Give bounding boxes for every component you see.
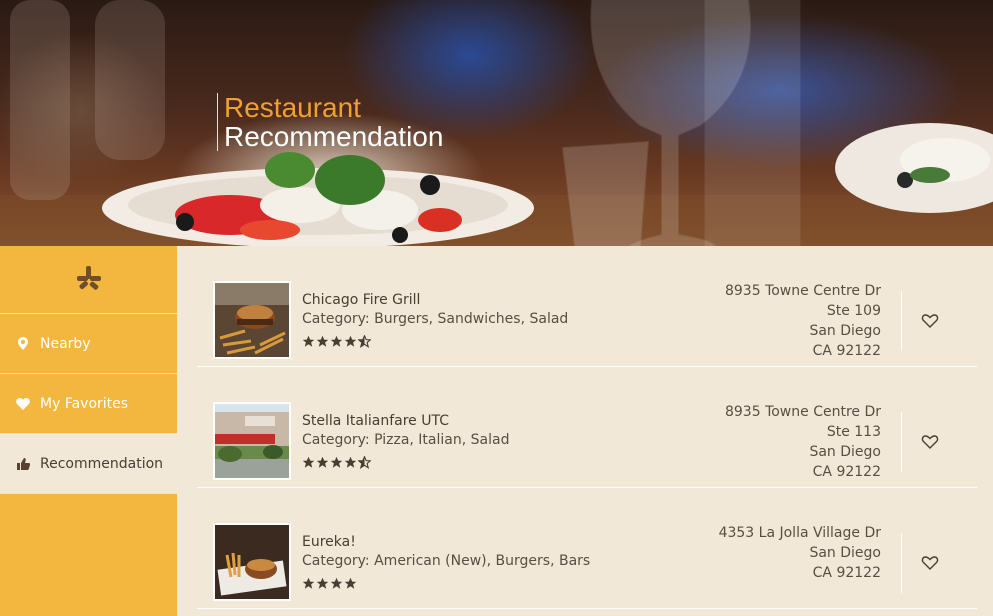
heart-outline-icon <box>921 314 939 328</box>
star-full-icon <box>344 456 357 468</box>
restaurant-address: 4353 La Jolla Village Dr San Diego CA 92… <box>719 523 881 583</box>
restaurant-info: Chicago Fire Grill Category: Burgers, Sa… <box>302 291 568 349</box>
vertical-divider <box>901 291 902 351</box>
star-full-icon <box>330 456 343 468</box>
thumbs-up-icon <box>16 457 30 471</box>
address-line: CA 92122 <box>812 464 881 480</box>
yelp-burst-icon <box>76 265 101 290</box>
star-full-icon <box>302 577 315 589</box>
address-line: San Diego <box>809 444 881 460</box>
sidebar-item-recommendation[interactable]: Recommendation <box>0 434 177 494</box>
restaurant-card[interactable]: Chicago Fire Grill Category: Burgers, Sa… <box>197 246 977 367</box>
restaurant-info: Eureka! Category: American (New), Burger… <box>302 533 590 591</box>
restaurant-category: Category: American (New), Burgers, Bars <box>302 553 591 569</box>
star-rating <box>302 335 568 349</box>
restaurant-address: 8935 Towne Centre Dr Ste 109 San Diego C… <box>725 281 881 361</box>
restaurant-card[interactable]: Stella Italianfare UTC Category: Pizza, … <box>197 367 977 488</box>
restaurant-list: Chicago Fire Grill Category: Burgers, Sa… <box>177 246 993 616</box>
star-full-icon <box>302 456 315 468</box>
hero-banner: Restaurant Recommendation <box>0 0 993 246</box>
favorite-toggle[interactable] <box>921 312 939 330</box>
restaurant-category: Category: Burgers, Sandwiches, Salad <box>302 311 569 327</box>
restaurant-name[interactable]: Eureka! <box>302 533 590 551</box>
restaurant-name[interactable]: Chicago Fire Grill <box>302 291 568 309</box>
heart-icon <box>16 397 30 411</box>
star-half-icon <box>358 335 371 348</box>
sidebar-item-favorites[interactable]: My Favorites <box>0 374 177 434</box>
star-full-icon <box>344 335 357 347</box>
restaurant-thumbnail[interactable] <box>213 281 291 359</box>
favorite-toggle[interactable] <box>921 554 939 572</box>
address-line: San Diego <box>809 545 881 561</box>
address-line: 8935 Towne Centre Dr <box>724 404 881 420</box>
star-full-icon <box>330 577 343 589</box>
address-line: CA 92122 <box>812 565 881 581</box>
restaurant-category: Category: Pizza, Italian, Salad <box>302 432 510 448</box>
vertical-divider <box>901 412 902 472</box>
address-line: CA 92122 <box>812 343 881 359</box>
heart-outline-icon <box>921 435 939 449</box>
star-full-icon <box>302 335 315 347</box>
restaurant-card[interactable]: Eureka! Category: American (New), Burger… <box>197 488 977 609</box>
sidebar-logo[interactable] <box>0 246 177 314</box>
vertical-divider <box>901 533 902 593</box>
star-half-icon <box>358 456 371 469</box>
address-line: 8935 Towne Centre Dr <box>724 283 881 299</box>
sidebar-item-nearby[interactable]: Nearby <box>0 314 177 374</box>
restaurant-thumbnail[interactable] <box>213 402 291 480</box>
restaurant-info: Stella Italianfare UTC Category: Pizza, … <box>302 412 509 470</box>
heart-outline-icon <box>921 556 939 570</box>
restaurant-address: 8935 Towne Centre Dr Ste 113 San Diego C… <box>725 402 881 482</box>
star-rating <box>302 456 509 470</box>
star-full-icon <box>344 577 357 589</box>
app-title-accent: Restaurant <box>224 92 361 123</box>
sidebar-item-label: Recommendation <box>40 455 164 472</box>
address-line: Ste 109 <box>826 303 881 319</box>
address-line: San Diego <box>809 323 881 339</box>
sidebar-item-label: Nearby <box>40 335 91 352</box>
sidebar-item-label: My Favorites <box>40 395 129 412</box>
star-full-icon <box>316 456 329 468</box>
sidebar: Nearby My Favorites Recommendation <box>0 246 177 616</box>
address-line: Ste 113 <box>826 424 881 440</box>
app-title-main: Recommendation <box>224 121 444 152</box>
star-rating <box>302 577 590 591</box>
star-full-icon <box>316 577 329 589</box>
app-title: Restaurant Recommendation <box>217 93 443 151</box>
hero-photo <box>0 0 993 246</box>
star-full-icon <box>330 335 343 347</box>
address-line: 4353 La Jolla Village Dr <box>718 525 881 541</box>
restaurant-thumbnail[interactable] <box>213 523 291 601</box>
star-full-icon <box>316 335 329 347</box>
favorite-toggle[interactable] <box>921 433 939 451</box>
restaurant-name[interactable]: Stella Italianfare UTC <box>302 412 509 430</box>
map-pin-icon <box>16 337 30 351</box>
